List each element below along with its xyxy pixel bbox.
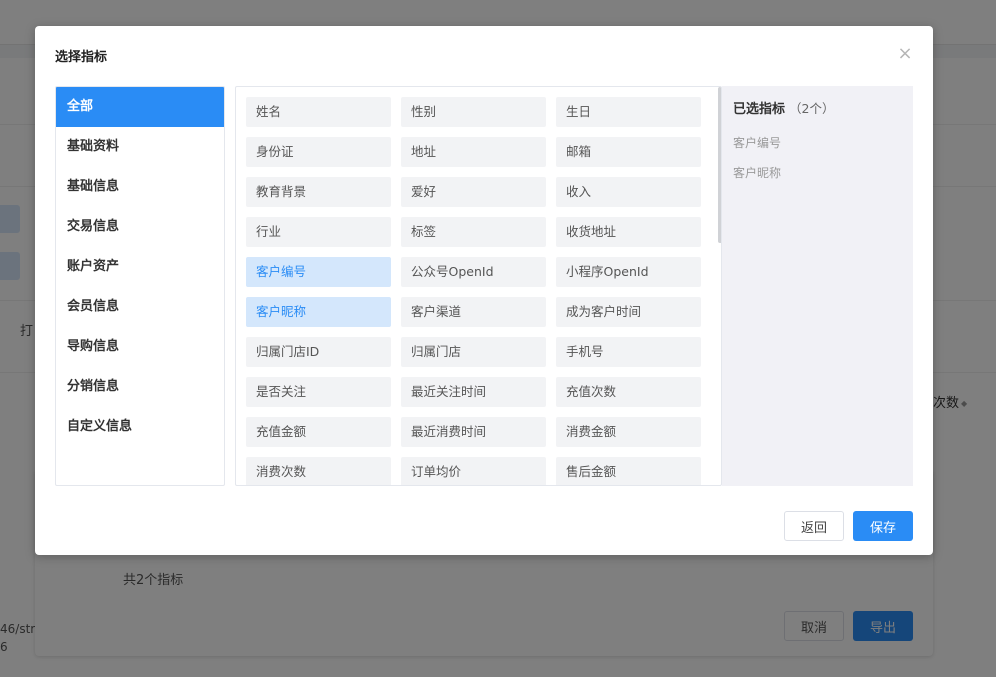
metric-option[interactable]: 客户昵称 (246, 297, 391, 327)
close-icon[interactable]: × (897, 45, 913, 63)
selected-metrics-title: 已选指标 （2个） (733, 98, 834, 117)
selected-metrics-count: （2个） (789, 101, 835, 116)
metric-option[interactable]: 标签 (401, 217, 546, 247)
save-button[interactable]: 保存 (853, 511, 913, 541)
selected-metric-item[interactable]: 客户编号 (733, 134, 781, 151)
metric-option[interactable]: 最近关注时间 (401, 377, 546, 407)
metric-option[interactable]: 客户渠道 (401, 297, 546, 327)
select-metrics-modal: 选择指标 × 全部 基础资料 基础信息 交易信息 账户资产 会员信息 导购信息 … (35, 26, 933, 555)
modal-title: 选择指标 (55, 50, 108, 65)
metric-option[interactable]: 邮箱 (556, 137, 701, 167)
metric-grid: 姓名 性别 生日 身份证 地址 邮箱 教育背景 爱好 收入 行业 标签 收货地址… (246, 97, 711, 485)
back-button[interactable]: 返回 (784, 511, 844, 541)
metric-option[interactable]: 售后金额 (556, 457, 701, 485)
metric-option[interactable]: 充值次数 (556, 377, 701, 407)
category-item-account-assets[interactable]: 账户资产 (56, 247, 224, 287)
selected-metrics-heading: 已选指标 (733, 102, 786, 117)
metric-option[interactable]: 订单均价 (401, 457, 546, 485)
category-item-custom-info[interactable]: 自定义信息 (56, 407, 224, 447)
selected-metric-item[interactable]: 客户昵称 (733, 164, 781, 181)
metric-option[interactable]: 消费金额 (556, 417, 701, 447)
category-item-distribution-info[interactable]: 分销信息 (56, 367, 224, 407)
metric-option[interactable]: 最近消费时间 (401, 417, 546, 447)
selected-metrics-panel: 已选指标 （2个） 客户编号 客户昵称 (722, 86, 913, 486)
metric-option[interactable]: 客户编号 (246, 257, 391, 287)
metric-option[interactable]: 姓名 (246, 97, 391, 127)
metric-option[interactable]: 公众号OpenId (401, 257, 546, 287)
metric-option[interactable]: 行业 (246, 217, 391, 247)
metric-option[interactable]: 归属门店 (401, 337, 546, 367)
metric-option[interactable]: 爱好 (401, 177, 546, 207)
metric-option[interactable]: 归属门店ID (246, 337, 391, 367)
metric-option[interactable]: 生日 (556, 97, 701, 127)
category-item-basic-info[interactable]: 基础信息 (56, 167, 224, 207)
metric-options-panel: 姓名 性别 生日 身份证 地址 邮箱 教育背景 爱好 收入 行业 标签 收货地址… (235, 86, 722, 486)
category-item-all[interactable]: 全部 (56, 87, 224, 127)
metric-option[interactable]: 性别 (401, 97, 546, 127)
category-item-basic-profile[interactable]: 基础资料 (56, 127, 224, 167)
category-item-guide-info[interactable]: 导购信息 (56, 327, 224, 367)
metric-option[interactable]: 是否关注 (246, 377, 391, 407)
metric-option[interactable]: 收货地址 (556, 217, 701, 247)
metric-option[interactable]: 消费次数 (246, 457, 391, 485)
category-item-transaction-info[interactable]: 交易信息 (56, 207, 224, 247)
metric-option[interactable]: 小程序OpenId (556, 257, 701, 287)
metric-option[interactable]: 成为客户时间 (556, 297, 701, 327)
category-list: 全部 基础资料 基础信息 交易信息 账户资产 会员信息 导购信息 分销信息 自定… (55, 86, 225, 486)
metric-option[interactable]: 教育背景 (246, 177, 391, 207)
metric-option[interactable]: 收入 (556, 177, 701, 207)
metric-option[interactable]: 身份证 (246, 137, 391, 167)
metric-option[interactable]: 充值金额 (246, 417, 391, 447)
category-item-member-info[interactable]: 会员信息 (56, 287, 224, 327)
metric-option[interactable]: 地址 (401, 137, 546, 167)
metric-option[interactable]: 手机号 (556, 337, 701, 367)
